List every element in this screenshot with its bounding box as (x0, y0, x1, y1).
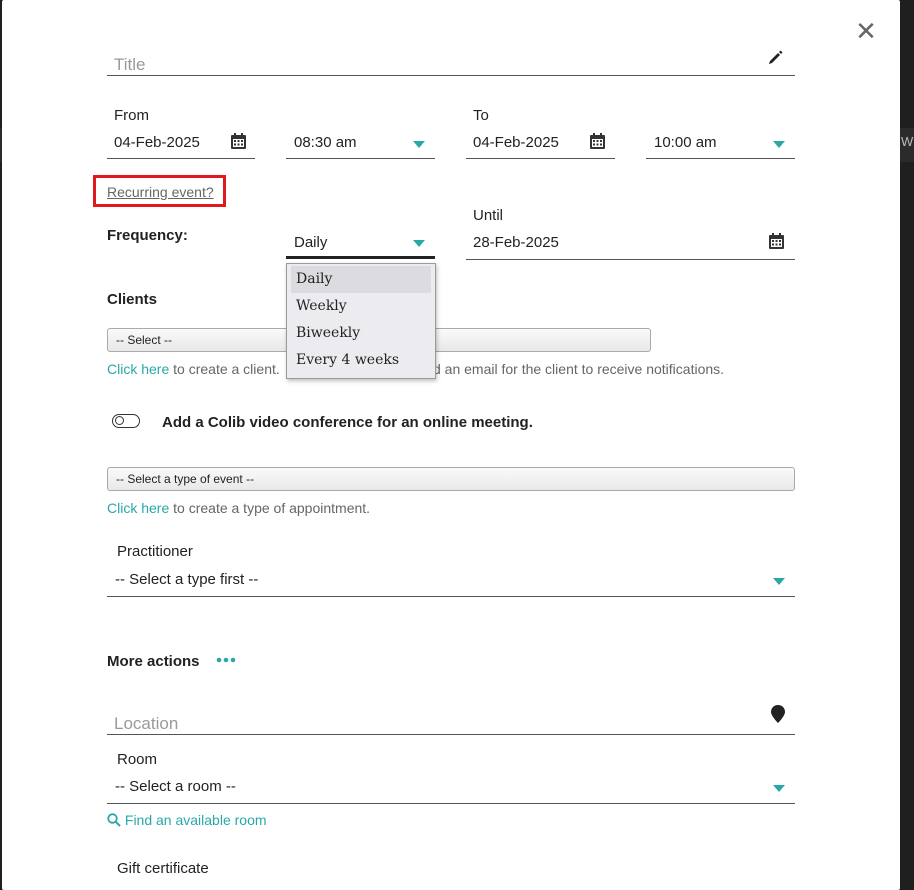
chevron-down-icon (773, 141, 785, 148)
practitioner-value: -- Select a type first -- (115, 571, 259, 588)
video-conference-label: Add a Colib video conference for an onli… (162, 414, 533, 431)
practitioner-label: Practitioner (117, 543, 193, 560)
title-field[interactable]: Title (107, 44, 795, 76)
frequency-option-every-4-weeks[interactable]: Every 4 weeks (287, 347, 435, 374)
event-modal: ✕ Title From 04-Feb-2025 08:30 am To 04-… (2, 0, 900, 890)
from-time-value: 08:30 am (294, 134, 357, 151)
event-type-select-value: -- Select a type of event -- (116, 472, 255, 486)
room-select[interactable]: -- Select a room -- (107, 771, 795, 804)
close-icon[interactable]: ✕ (853, 18, 879, 44)
more-dots-icon[interactable] (216, 656, 236, 664)
to-time-select[interactable]: 10:00 am (646, 126, 795, 159)
frequency-dropdown: Daily Weekly Biweekly Every 4 weeks (286, 263, 436, 379)
frequency-select[interactable]: Daily (286, 225, 435, 259)
create-type-link[interactable]: Click here (107, 500, 169, 516)
find-room-label: Find an available room (124, 812, 267, 828)
calendar-icon[interactable] (231, 133, 246, 149)
chevron-down-icon (413, 240, 425, 247)
to-time-value: 10:00 am (654, 134, 717, 151)
type-hint: Click here to create a type of appointme… (107, 500, 370, 516)
client-hint-text-a: to create a client. (173, 361, 280, 377)
chevron-down-icon (773, 578, 785, 585)
calendar-icon[interactable] (590, 133, 605, 149)
video-conference-toggle[interactable] (112, 414, 140, 428)
pencil-icon[interactable] (767, 48, 785, 66)
right-backdrop-label: W (901, 134, 914, 149)
client-hint: Click here to create a client. (107, 361, 280, 377)
frequency-option-biweekly[interactable]: Biweekly (287, 320, 435, 347)
frequency-label: Frequency: (107, 227, 188, 244)
clients-label: Clients (107, 291, 158, 308)
until-date-value: 28-Feb-2025 (473, 234, 559, 251)
room-label: Room (117, 751, 158, 768)
frequency-option-daily[interactable]: Daily (291, 266, 431, 293)
location-placeholder: Location (114, 714, 179, 733)
clients-select-value: -- Select -- (116, 333, 173, 347)
frequency-value: Daily (294, 234, 328, 251)
title-placeholder: Title (114, 55, 146, 74)
to-date-value: 04-Feb-2025 (473, 134, 559, 151)
to-label: To (473, 107, 489, 124)
event-type-select[interactable]: -- Select a type of event -- (107, 467, 795, 491)
from-date-field[interactable]: 04-Feb-2025 (107, 126, 255, 159)
to-date-field[interactable]: 04-Feb-2025 (466, 126, 615, 159)
gift-certificate-label: Gift certificate (117, 860, 209, 877)
frequency-option-weekly[interactable]: Weekly (287, 293, 435, 320)
more-actions-label: More actions (107, 653, 200, 670)
room-value: -- Select a room -- (115, 778, 236, 795)
from-date-value: 04-Feb-2025 (114, 134, 200, 151)
chevron-down-icon (773, 785, 785, 792)
client-hint-text-b: d an email for the client to receive not… (433, 361, 725, 377)
calendar-icon[interactable] (769, 233, 784, 249)
chevron-down-icon (413, 141, 425, 148)
find-room-link[interactable]: Find an available room (107, 812, 267, 828)
map-pin-icon[interactable] (771, 705, 785, 723)
until-label: Until (473, 207, 504, 224)
location-field[interactable]: Location (107, 702, 795, 735)
from-label: From (114, 107, 149, 124)
until-date-field[interactable]: 28-Feb-2025 (466, 226, 795, 260)
type-hint-text: to create a type of appointment. (173, 500, 371, 516)
search-icon (107, 813, 121, 827)
recurring-event-link[interactable]: Recurring event? (107, 184, 214, 200)
practitioner-select[interactable]: -- Select a type first -- (107, 563, 795, 597)
create-client-link[interactable]: Click here (107, 361, 169, 377)
from-time-select[interactable]: 08:30 am (286, 126, 435, 159)
